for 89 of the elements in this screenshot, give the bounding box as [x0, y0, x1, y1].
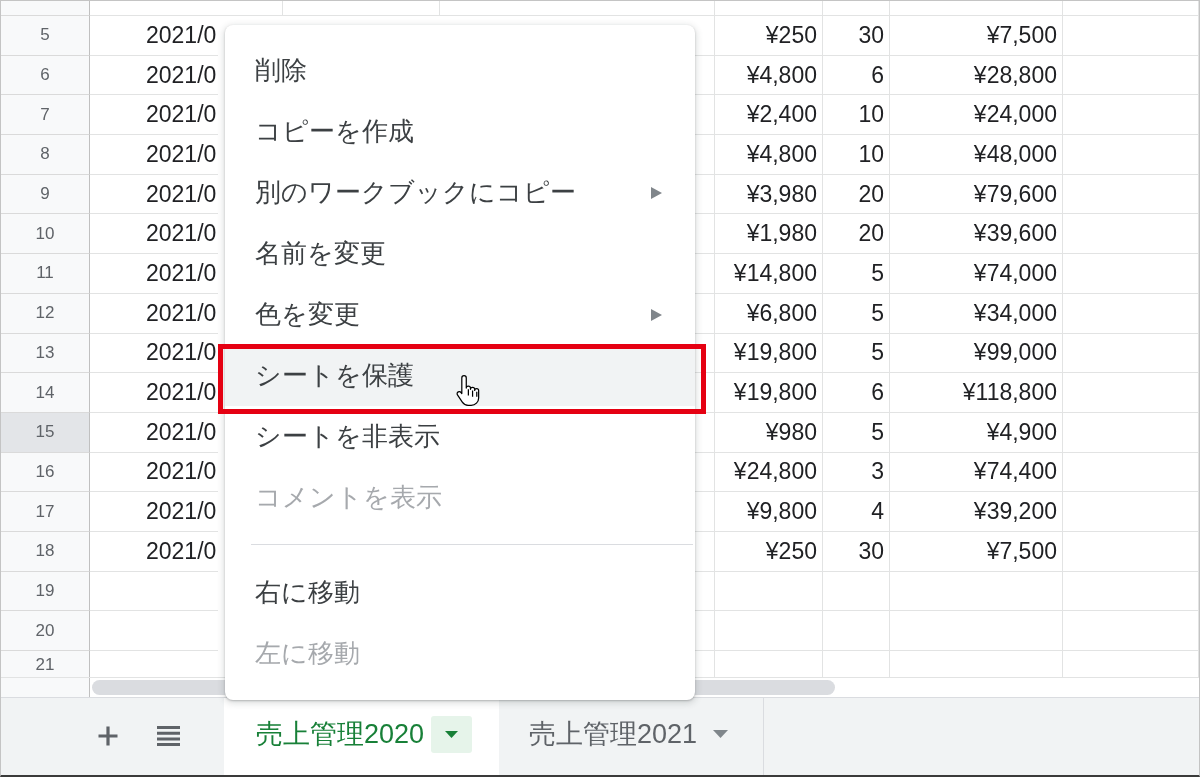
table-cell: 2021/0: [90, 452, 218, 493]
menu-item[interactable]: 別のワークブックにコピー: [225, 162, 695, 223]
table-cell: ¥9,800: [715, 492, 823, 532]
table-cell: ¥250: [715, 531, 823, 572]
table-cell: 2021/0: [90, 174, 218, 215]
table-cell: ¥34,000: [890, 293, 1063, 334]
table-cell: 5: [823, 412, 890, 453]
table-cell: 2021/0: [90, 95, 218, 136]
table-cell: 2021/0: [90, 531, 218, 572]
menu-item[interactable]: コピーを作成: [225, 101, 695, 162]
table-cell: ¥24,000: [890, 95, 1063, 136]
caret-down-icon: [431, 715, 473, 753]
table-cell: 2021/0: [90, 293, 218, 334]
table-cell: 2021/0: [90, 333, 218, 374]
table-cell: ¥48,000: [890, 135, 1063, 175]
table-cell: 10: [823, 135, 890, 175]
row-number[interactable]: 10: [1, 214, 90, 255]
row-number[interactable]: 21: [1, 651, 90, 677]
row-number[interactable]: 18: [1, 531, 90, 572]
table-cell: ¥2,400: [715, 95, 823, 136]
row-number[interactable]: 16: [1, 452, 90, 493]
table-cell: ¥74,000: [890, 254, 1063, 294]
list-icon: [156, 726, 180, 747]
row-number[interactable]: 11: [1, 254, 90, 294]
row-number[interactable]: 14: [1, 373, 90, 413]
table-cell: 6: [823, 373, 890, 413]
table-cell: ¥118,800: [890, 373, 1063, 413]
table-cell: ¥6,800: [715, 293, 823, 334]
table-cell: ¥250: [715, 16, 823, 56]
menu-item[interactable]: 名前を変更: [225, 223, 695, 284]
table-cell: ¥24,800: [715, 452, 823, 493]
table-cell: 2021/0: [90, 214, 218, 255]
table-cell: [823, 611, 890, 651]
menu-item[interactable]: 削除: [225, 40, 695, 101]
table-cell: 2021/0: [90, 412, 218, 453]
table-cell: ¥4,800: [715, 135, 823, 175]
table-cell: ¥7,500: [890, 16, 1063, 56]
row-number[interactable]: 15: [1, 412, 90, 453]
row-number[interactable]: 7: [1, 95, 90, 136]
row-number[interactable]: 17: [1, 492, 90, 532]
table-cell: ¥7,500: [890, 531, 1063, 572]
table-cell: ¥39,600: [890, 214, 1063, 255]
table-cell: ¥4,900: [890, 412, 1063, 453]
table-cell: ¥3,980: [715, 174, 823, 215]
menu-item[interactable]: 色を変更: [225, 284, 695, 345]
table-cell: 2021/0: [90, 492, 218, 532]
table-cell: ¥1,980: [715, 214, 823, 255]
table-cell: 2021/0: [90, 135, 218, 175]
table-cell: 20: [823, 214, 890, 255]
hand-cursor-icon: [456, 374, 480, 407]
table-cell: 2021/0: [90, 373, 218, 413]
plus-icon: [97, 725, 119, 748]
table-cell: 30: [823, 16, 890, 56]
row-number[interactable]: 20: [1, 611, 90, 651]
table-cell: 5: [823, 293, 890, 334]
table-cell: ¥99,000: [890, 333, 1063, 374]
row-number[interactable]: 5: [1, 16, 90, 56]
row-number[interactable]: 9: [1, 174, 90, 215]
table-cell: 30: [823, 531, 890, 572]
table-cell: 5: [823, 254, 890, 294]
menu-item[interactable]: シートを非表示: [225, 406, 695, 467]
row-number[interactable]: 19: [1, 571, 90, 612]
table-cell: ¥14,800: [715, 254, 823, 294]
table-cell: ¥4,800: [715, 55, 823, 96]
row-number[interactable]: 8: [1, 135, 90, 175]
table-cell: 10: [823, 95, 890, 136]
table-cell: 6: [823, 55, 890, 96]
table-cell: [823, 571, 890, 612]
table-cell: [823, 1, 890, 16]
table-cell: 20: [823, 174, 890, 215]
row-number[interactable]: 12: [1, 293, 90, 334]
table-cell: ¥980: [715, 412, 823, 453]
table-cell: 5: [823, 333, 890, 374]
menu-item[interactable]: 右に移動: [225, 562, 695, 623]
table-cell: 2021/0: [90, 254, 218, 294]
table-cell: ¥74,400: [890, 452, 1063, 493]
row-number[interactable]: 6: [1, 55, 90, 96]
table-cell: 4: [823, 492, 890, 532]
table-cell: 3: [823, 452, 890, 493]
sheet-tab[interactable]: 売上管理2020: [224, 697, 499, 775]
table-cell: 2021/0: [90, 55, 218, 96]
caret-down-icon: [713, 730, 729, 739]
table-cell: ¥19,800: [715, 373, 823, 413]
table-cell: ¥79,600: [890, 174, 1063, 215]
table-cell: ¥39,200: [890, 492, 1063, 532]
table-cell: 2021/0: [90, 16, 218, 56]
row-number[interactable]: 13: [1, 333, 90, 374]
table-cell: ¥28,800: [890, 55, 1063, 96]
table-cell: ¥19,800: [715, 333, 823, 374]
